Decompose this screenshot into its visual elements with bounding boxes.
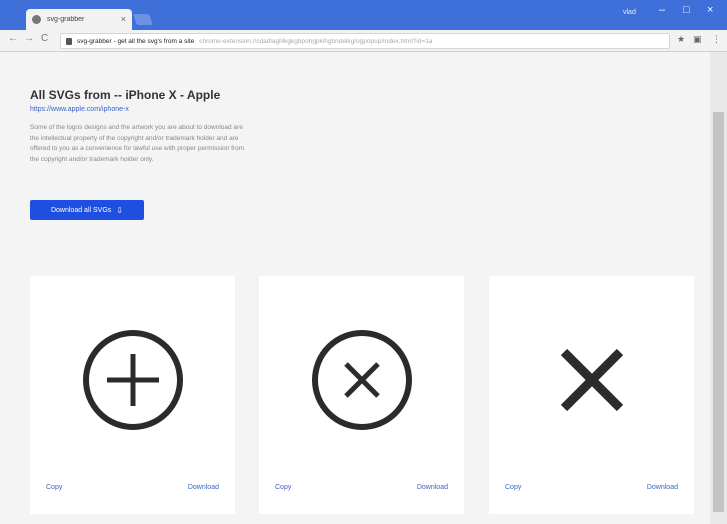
x-icon [560, 348, 623, 412]
copy-button[interactable]: Copy [46, 484, 62, 491]
vertical-scrollbar[interactable] [710, 52, 727, 524]
close-window-icon[interactable]: × [707, 5, 713, 16]
scrollbar-thumb[interactable] [713, 112, 724, 512]
minimize-icon[interactable]: – [659, 5, 665, 16]
download-all-button[interactable]: Download all SVGs ⇩ [30, 200, 144, 220]
reload-icon[interactable]: C [41, 34, 48, 44]
circle-x-icon [311, 330, 412, 430]
browser-tab[interactable]: svg-grabber × [26, 9, 132, 30]
tab-title: svg-grabber [47, 16, 85, 23]
window-user-badge[interactable]: vlad [623, 9, 636, 16]
copyright-disclaimer: Some of the logos designs and the artwor… [30, 124, 245, 163]
copy-button[interactable]: Copy [505, 484, 521, 491]
page-title: All SVGs from -- iPhone X - Apple [30, 88, 221, 102]
address-bar[interactable]: svg-grabber - get all the svg's from a s… [60, 33, 670, 49]
download-all-label: Download all SVGs [50, 206, 112, 214]
maximize-icon[interactable]: □ [683, 5, 690, 16]
download-button[interactable]: Download [417, 484, 448, 491]
tab-favicon-icon [32, 15, 41, 24]
url-host: svg-grabber - get all the svg's from a s… [77, 37, 195, 45]
menu-icon[interactable]: ⋮ [712, 35, 721, 44]
svg-card: Copy Download [259, 276, 464, 514]
download-button[interactable]: Download [647, 484, 678, 491]
extension-page-icon [66, 37, 72, 45]
bookmark-star-icon[interactable]: ★ [677, 35, 685, 44]
browser-toolbar: ← → C svg-grabber - get all the svg's fr… [0, 30, 727, 52]
svg-card: Copy Download [489, 276, 694, 514]
url-path: chrome-extension://cdadlaghlkgkgbpohgpki… [199, 37, 433, 45]
source-url-link[interactable]: https://www.apple.com/iphone-x [30, 106, 129, 113]
download-icon: ⇩ [116, 205, 123, 215]
back-icon[interactable]: ← [8, 34, 18, 44]
copy-button[interactable]: Copy [275, 484, 291, 491]
download-button[interactable]: Download [188, 484, 219, 491]
svg-card: Copy Download [30, 276, 235, 514]
window-titlebar: svg-grabber × vlad – □ × [0, 0, 727, 30]
circle-plus-icon [82, 330, 183, 430]
extension-icon[interactable]: ▣ [693, 35, 702, 44]
forward-icon[interactable]: → [24, 34, 34, 44]
tab-close-icon[interactable]: × [121, 15, 126, 24]
page-content: All SVGs from -- iPhone X - Apple https:… [0, 52, 710, 524]
new-tab-button[interactable] [132, 14, 154, 25]
